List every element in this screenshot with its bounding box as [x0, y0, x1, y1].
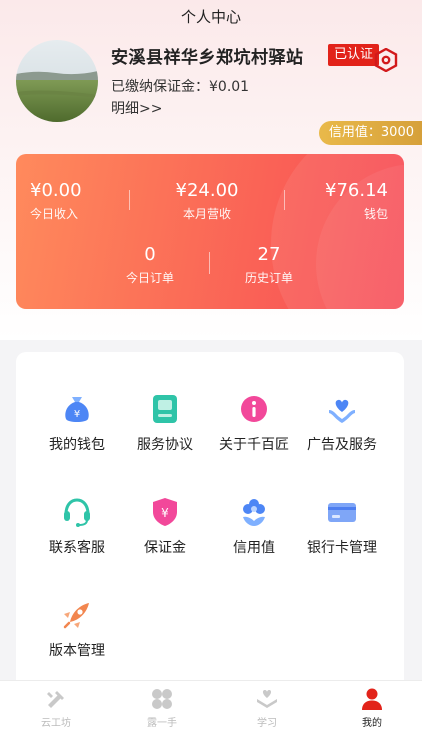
heart-hand-icon — [325, 392, 359, 426]
menu-about[interactable]: 关于千百匠 — [208, 392, 300, 454]
tab-label: 露一手 — [147, 718, 177, 729]
stat-today-orders[interactable]: 0 今日订单 — [110, 244, 190, 286]
page-title: 个人中心 — [180, 8, 241, 26]
menu-label: 信用值 — [233, 540, 275, 556]
deposit-detail-link[interactable]: 明细>> — [111, 98, 162, 118]
stat-divider — [209, 252, 210, 274]
svg-text:¥: ¥ — [74, 409, 80, 420]
stat-history-orders[interactable]: 27 历史订单 — [229, 244, 309, 286]
svg-text:¥: ¥ — [161, 506, 169, 520]
stat-divider — [129, 190, 130, 210]
menu-my-wallet[interactable]: ¥ 我的钱包 — [31, 392, 123, 454]
stat-label: 历史订单 — [244, 271, 293, 285]
menu-label: 服务协议 — [137, 437, 193, 453]
user-icon — [360, 687, 384, 711]
stat-wallet[interactable]: ¥76.14 钱包 — [325, 180, 388, 222]
credit-value-badge: 信用值：3000 — [318, 121, 422, 145]
bottom-tab-bar: 云工坊 露一手 学习 我的 — [0, 680, 422, 750]
stat-today-income[interactable]: ¥0.00 今日收入 — [30, 180, 82, 222]
menu-version[interactable]: 版本管理 — [31, 598, 123, 660]
verified-badge: 已认证 — [328, 44, 380, 66]
money-bag-icon: ¥ — [60, 392, 94, 426]
menu-ads-services[interactable]: 广告及服务 — [296, 392, 388, 454]
menu-label: 银行卡管理 — [307, 540, 377, 556]
settings-hex-icon[interactable] — [374, 47, 398, 73]
menu-customer-service[interactable]: 联系客服 — [31, 495, 123, 557]
rocket-icon — [60, 598, 94, 632]
tab-label: 我的 — [362, 718, 382, 729]
tools-icon — [44, 687, 68, 711]
menu-label: 版本管理 — [49, 643, 105, 659]
menu-service-agreement[interactable]: 服务协议 — [119, 392, 211, 454]
tab-mine[interactable]: 我的 — [319, 687, 422, 729]
menu-label: 我的钱包 — [49, 437, 105, 453]
tab-cloud-workshop[interactable]: 云工坊 — [3, 687, 109, 729]
menu-label: 广告及服务 — [307, 437, 377, 453]
menu-label: 联系客服 — [49, 540, 105, 556]
stat-label: 钱包 — [363, 207, 388, 221]
stat-value: ¥24.00 — [175, 180, 239, 201]
headset-icon — [60, 495, 94, 529]
stats-card: ¥0.00 今日收入 ¥24.00 本月营收 ¥76.14 钱包 0 今日订单 … — [16, 154, 404, 309]
info-icon — [237, 392, 271, 426]
grid-icon — [150, 687, 174, 711]
menu-label: 保证金 — [144, 540, 186, 556]
tab-learn[interactable]: 学习 — [214, 687, 320, 729]
stat-value: ¥0.00 — [30, 180, 82, 201]
menu-deposit[interactable]: ¥ 保证金 — [119, 495, 211, 557]
menu-grid: ¥ 我的钱包 服务协议 关于千百匠 广告及服务 联系客服 ¥ 保证金 信用值 银… — [16, 352, 404, 692]
avatar[interactable] — [16, 40, 98, 122]
menu-label: 关于千百匠 — [219, 437, 289, 453]
document-icon — [148, 392, 182, 426]
deposit-amount: 已缴纳保证金：¥0.01 — [111, 79, 250, 95]
stat-value: 27 — [257, 244, 281, 265]
stat-month-revenue[interactable]: ¥24.00 本月营收 — [156, 180, 258, 222]
bank-card-icon — [325, 495, 359, 529]
stat-label: 今日收入 — [30, 207, 79, 221]
stat-value: 0 — [144, 244, 156, 265]
station-name: 安溪县祥华乡郑坑村驿站 — [111, 48, 304, 68]
learn-icon — [255, 687, 279, 711]
menu-credit-value[interactable]: 信用值 — [208, 495, 300, 557]
tab-label: 云工坊 — [41, 718, 71, 729]
stat-divider — [284, 190, 285, 210]
stat-label: 本月营收 — [182, 207, 231, 221]
shield-yen-icon: ¥ — [148, 495, 182, 529]
tab-label: 学习 — [257, 718, 277, 729]
stat-label: 今日订单 — [125, 271, 174, 285]
tab-show-skill[interactable]: 露一手 — [109, 687, 215, 729]
flower-icon — [237, 495, 271, 529]
stat-value: ¥76.14 — [325, 180, 388, 201]
menu-bank-card[interactable]: 银行卡管理 — [296, 495, 388, 557]
